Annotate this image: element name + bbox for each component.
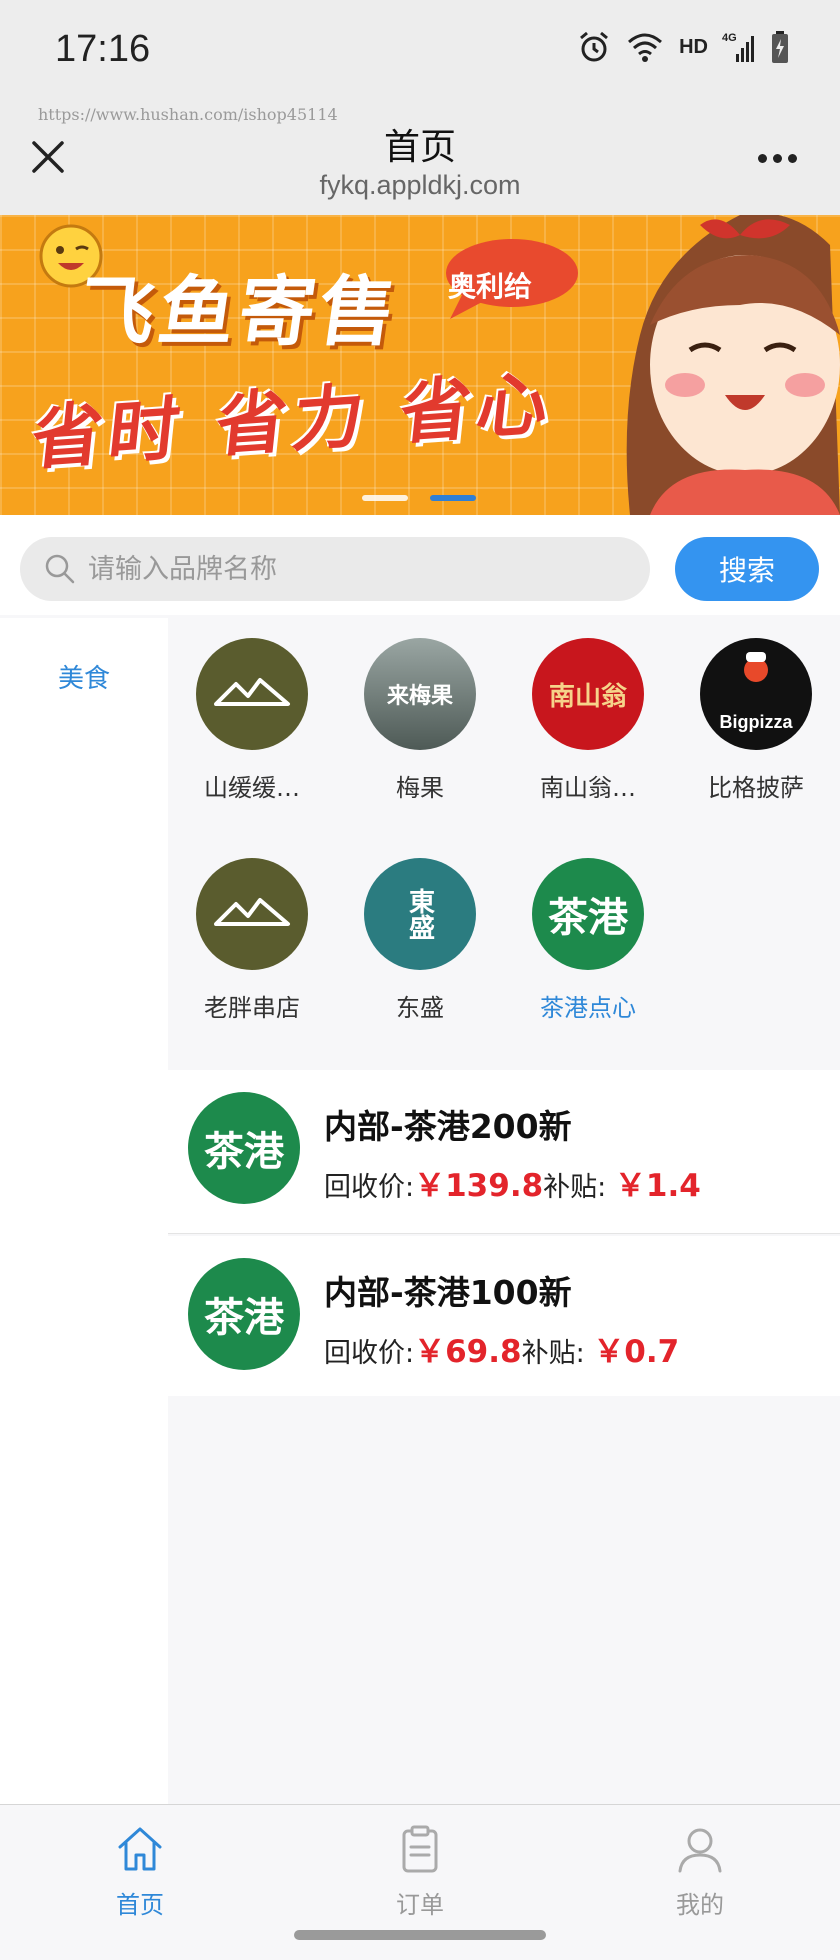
brand-item[interactable]: Bigpizza 比格披萨 [672, 638, 840, 803]
brand-logo-text: 来梅果 [386, 684, 453, 709]
banner-title: 飞鱼寄售 [72, 267, 406, 356]
page-title: 首页 [383, 127, 456, 168]
tab-orders[interactable]: 订单 [320, 1823, 520, 1920]
brand-name: 山缓缓… [204, 774, 300, 802]
banner-dot[interactable] [362, 495, 408, 501]
brand-grid: 山缓缓… 来梅果 梅果 南山翁 南山翁… Bigpizza 比格披萨 老胖串店 [168, 618, 840, 1070]
product-logo: 茶港 [188, 1258, 300, 1370]
brand-name: 比格披萨 [708, 774, 804, 802]
chef-icon [744, 652, 768, 682]
tab-mine[interactable]: 我的 [600, 1823, 800, 1920]
status-icons: HD 4G [577, 30, 790, 64]
mountain-icon [214, 898, 290, 926]
cartoon-girl-illustration [626, 215, 840, 515]
brand-name: 梅果 [396, 774, 444, 802]
alarm-icon [580, 31, 609, 62]
banner-pagination [362, 495, 476, 501]
brand-name: 南山翁… [540, 774, 636, 802]
brand-logo-meiguo: 来梅果 [364, 638, 476, 750]
search-button[interactable]: 搜索 [675, 537, 819, 601]
home-icon [118, 1827, 162, 1871]
brand-logo-text: 茶港 [548, 895, 628, 941]
product-name: 内部-茶港100新 [324, 1273, 572, 1312]
brand-logo-nanshanweng: 南山翁 [532, 638, 644, 750]
price-label: 回收价: [324, 1338, 415, 1369]
content-empty-area [168, 1396, 840, 1804]
brand-logo-text: 南山翁 [548, 681, 627, 712]
brand-item[interactable]: 老胖串店 [168, 858, 336, 1023]
product-logo-text: 茶港 [204, 1129, 284, 1175]
battery-icon [772, 31, 788, 63]
subsidy-value: ￥0.7 [593, 1334, 680, 1370]
brand-item[interactable]: 来梅果 梅果 [336, 638, 504, 803]
banner-slogan: 省时 省力 省心 [27, 362, 559, 480]
brand-item-active[interactable]: 茶港 茶港点心 [504, 858, 672, 1023]
home-indicator[interactable] [294, 1930, 546, 1940]
category-sidebar: 美食 [0, 618, 168, 1804]
clipboard-icon [402, 1825, 438, 1873]
brand-name: 东盛 [396, 994, 444, 1022]
product-name: 内部-茶港200新 [324, 1107, 572, 1146]
brand-name: 茶港点心 [540, 994, 636, 1022]
brand-logo-mountain [196, 858, 308, 970]
wifi-icon [628, 33, 663, 62]
banner-dot-active[interactable] [430, 495, 476, 501]
tab-label: 我的 [676, 1891, 724, 1919]
page-domain: fykq.appldkj.com [319, 170, 521, 200]
subsidy-label: 补贴: [543, 1172, 607, 1203]
brand-item[interactable]: 東盛 东盛 [336, 858, 504, 1023]
product-price-line: 回收价:￥69.8补贴: ￥0.7 [324, 1326, 679, 1371]
brand-logo-chagang: 茶港 [532, 858, 644, 970]
banner-tag-text: 奥利给 [448, 270, 533, 303]
product-logo: 茶港 [188, 1092, 300, 1204]
price-label: 回收价: [324, 1172, 415, 1203]
brand-item[interactable]: 南山翁 南山翁… [504, 638, 672, 803]
subsidy-label: 补贴: [521, 1338, 585, 1369]
search-icon [45, 554, 75, 584]
price-value: ￥139.8 [414, 1168, 544, 1204]
sidebar-item-food[interactable]: 美食 [0, 658, 168, 695]
product-price-line: 回收价:￥139.8补贴: ￥1.4 [324, 1160, 701, 1205]
search-box [20, 537, 650, 601]
brand-logo-mountain [196, 638, 308, 750]
brand-name: 老胖串店 [204, 994, 300, 1022]
promo-banner[interactable]: 飞鱼寄售 奥利给 省时 省力 省心 [0, 215, 840, 515]
subsidy-value: ￥1.4 [614, 1168, 701, 1204]
more-options-icon[interactable] [758, 148, 806, 163]
signal-icon: 4G [722, 32, 754, 62]
brand-logo-dongsheng: 東盛 [364, 858, 476, 970]
tab-label: 订单 [396, 1891, 444, 1919]
search-bar: 搜索 [0, 515, 840, 615]
tab-home[interactable]: 首页 [40, 1823, 240, 1920]
product-row[interactable]: 茶港 内部-茶港100新 回收价:￥69.8补贴: ￥0.7 [168, 1236, 840, 1400]
tab-label: 首页 [116, 1891, 164, 1919]
brand-item[interactable]: 山缓缓… [168, 638, 336, 803]
search-input[interactable] [88, 537, 628, 601]
network-hd-label: HD [679, 35, 708, 58]
product-row[interactable]: 茶港 内部-茶港200新 回收价:￥139.8补贴: ￥1.4 [168, 1070, 840, 1234]
title-bar: https://www.hushan.com/ishop45114 首页 fyk… [0, 100, 840, 215]
user-icon [678, 1828, 722, 1873]
product-logo-text: 茶港 [204, 1295, 284, 1341]
brand-logo-bigpizza: Bigpizza [700, 638, 812, 750]
mountain-icon [214, 678, 290, 706]
brand-logo-text: 東盛 [404, 888, 435, 940]
svg-text:4G: 4G [722, 32, 737, 44]
status-bar: 17:16 HD 4G [0, 0, 840, 100]
status-time: 17:16 [55, 28, 151, 70]
price-value: ￥69.8 [414, 1334, 522, 1370]
